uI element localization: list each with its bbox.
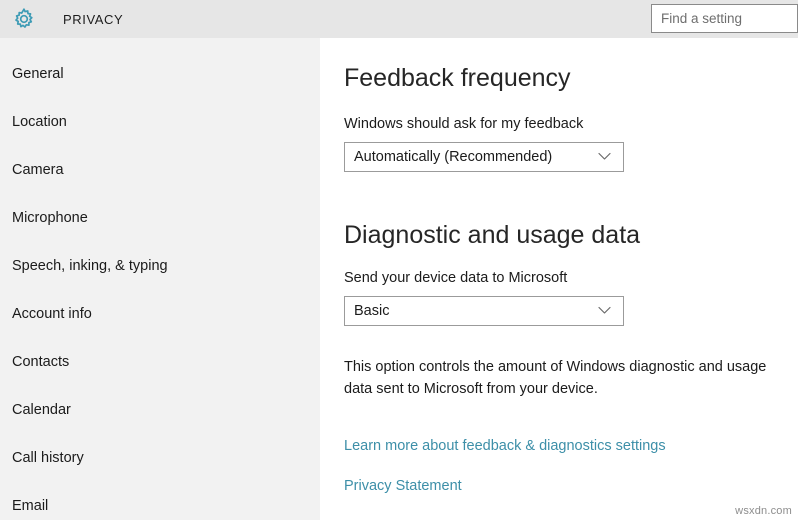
sidebar-item-microphone[interactable]: Microphone [0,194,320,242]
chevron-down-icon [598,148,611,166]
diagnostic-usage-description: This option controls the amount of Windo… [344,356,789,400]
sidebar-item-label: Email [12,498,48,514]
sidebar-item-speech-inking-typing[interactable]: Speech, inking, & typing [0,242,320,290]
feedback-frequency-value: Automatically (Recommended) [345,149,552,165]
sidebar-nav-list: General Location Camera Microphone Speec… [0,38,320,530]
sidebar-item-camera[interactable]: Camera [0,146,320,194]
diagnostic-usage-dropdown[interactable]: Basic [344,296,624,326]
sidebar-item-label: Speech, inking, & typing [12,258,168,274]
sidebar-item-calendar[interactable]: Calendar [0,386,320,434]
diagnostic-usage-value: Basic [345,303,389,319]
sidebar-item-account-info[interactable]: Account info [0,290,320,338]
privacy-statement-link[interactable]: Privacy Statement [344,478,462,494]
sidebar-item-contacts[interactable]: Contacts [0,338,320,386]
page-title: PRIVACY [63,12,123,27]
sidebar-item-location[interactable]: Location [0,98,320,146]
chevron-down-icon [598,302,611,320]
diagnostic-usage-label: Send your device data to Microsoft [344,270,567,286]
feedback-frequency-heading: Feedback frequency [344,64,571,93]
search-box[interactable] [651,4,798,33]
sidebar-item-label: Location [12,114,67,130]
sidebar-item-label: Call history [12,450,84,466]
settings-content: Feedback frequency Windows should ask fo… [320,38,798,520]
watermark: wsxdn.com [735,505,792,517]
sidebar-item-label: Contacts [12,354,69,370]
sidebar-item-label: Microphone [12,210,88,226]
search-input[interactable] [652,5,797,32]
learn-more-link[interactable]: Learn more about feedback & diagnostics … [344,438,666,454]
gear-icon[interactable] [5,0,43,38]
sidebar-item-label: Account info [12,306,92,322]
feedback-frequency-label: Windows should ask for my feedback [344,116,583,132]
sidebar: General Location Camera Microphone Speec… [0,38,320,520]
sidebar-item-call-history[interactable]: Call history [0,434,320,482]
sidebar-item-label: General [12,66,64,82]
sidebar-item-general[interactable]: General [0,50,320,98]
app-header: PRIVACY [0,0,798,38]
feedback-frequency-dropdown[interactable]: Automatically (Recommended) [344,142,624,172]
diagnostic-usage-heading: Diagnostic and usage data [344,221,640,250]
sidebar-item-email[interactable]: Email [0,482,320,530]
sidebar-item-label: Calendar [12,402,71,418]
sidebar-item-label: Camera [12,162,64,178]
